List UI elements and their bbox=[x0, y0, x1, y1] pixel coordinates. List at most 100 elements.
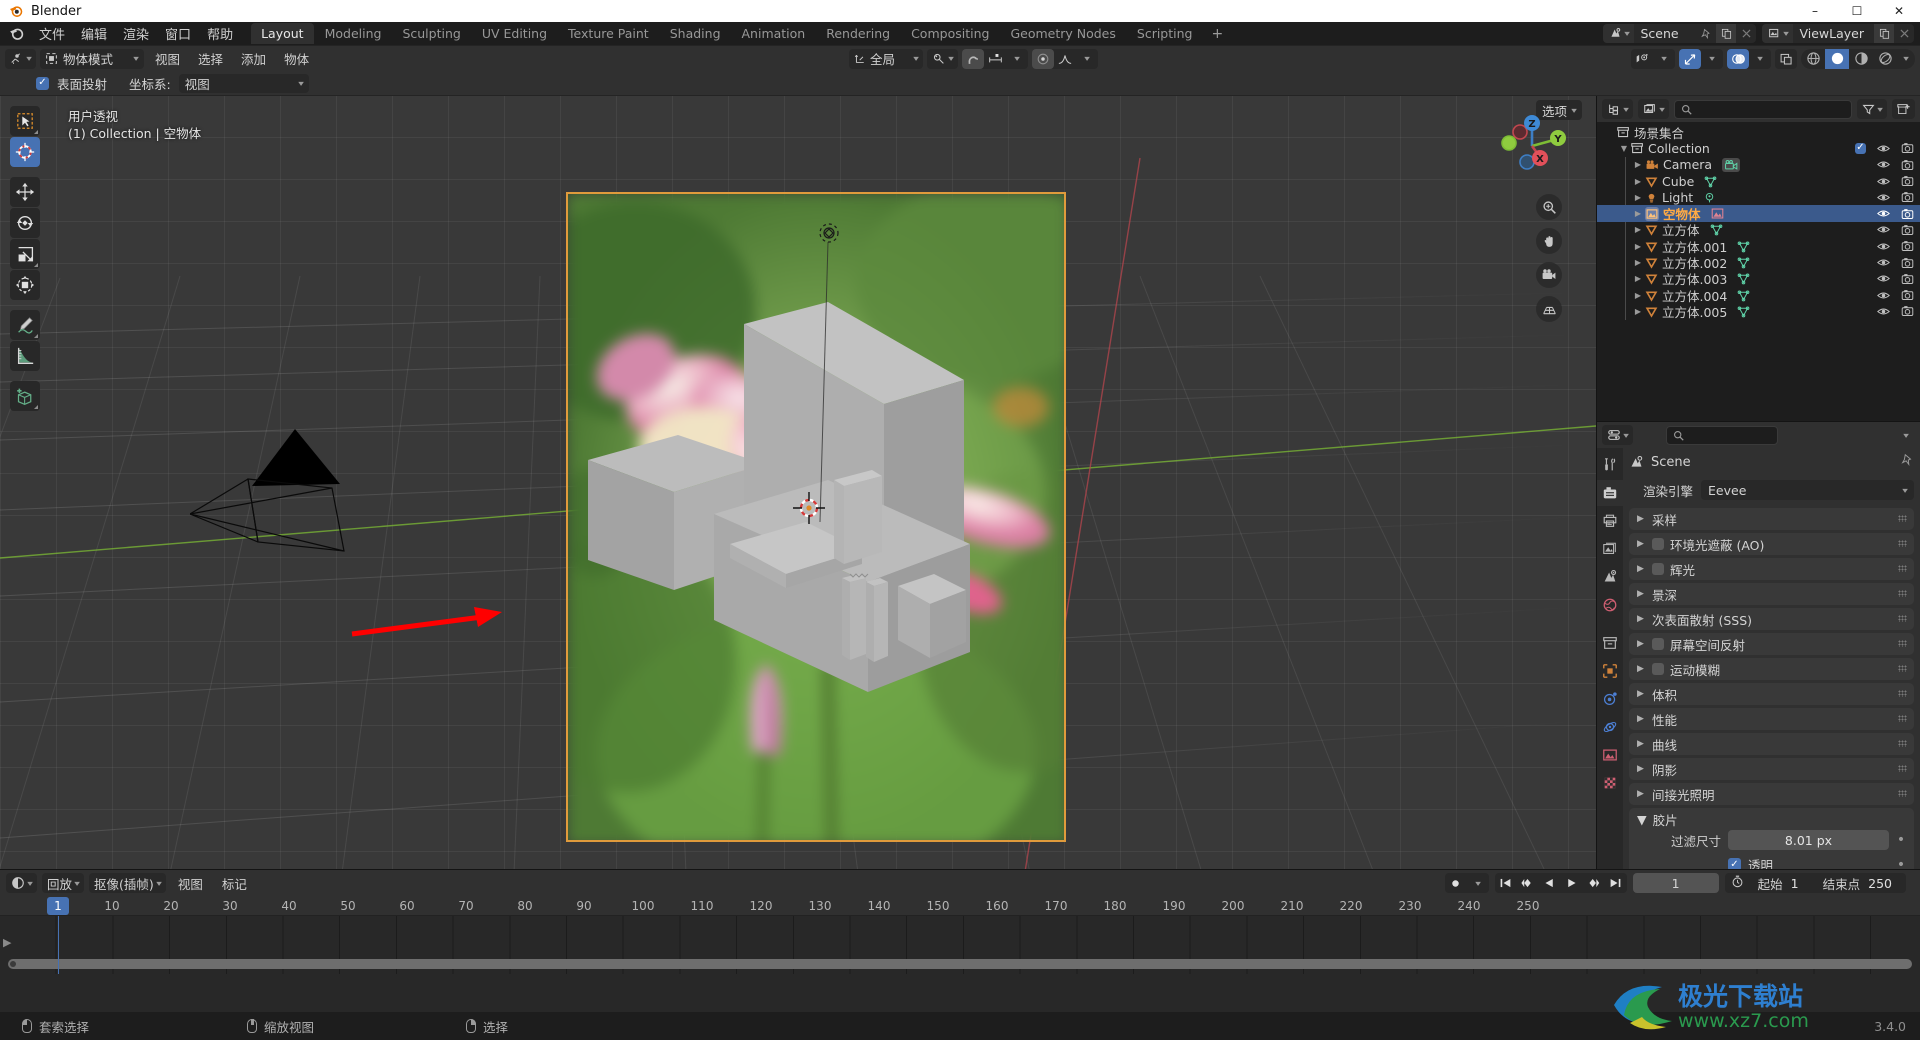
empty-image-data-icon[interactable] bbox=[1711, 207, 1724, 220]
outliner-row-collection[interactable]: ▼ Collection ✓ bbox=[1597, 140, 1920, 156]
panel-drag-dots[interactable] bbox=[1898, 715, 1907, 722]
tab-world[interactable] bbox=[1597, 592, 1623, 618]
timeline-track-area[interactable]: ▶ bbox=[0, 916, 1920, 974]
gizmo-chevron-icon[interactable]: ▾ bbox=[1701, 49, 1723, 69]
outliner-row-mesh-4[interactable]: ▶ 立方体.004 bbox=[1597, 286, 1920, 304]
tab-render[interactable] bbox=[1597, 480, 1623, 506]
visibility-chevron-icon[interactable]: ▾ bbox=[1653, 49, 1675, 69]
show-gizmo-icon[interactable] bbox=[1679, 48, 1701, 69]
panel-sampling[interactable]: ▶ 采样 bbox=[1629, 508, 1914, 530]
prev-keyframe-button[interactable] bbox=[1517, 873, 1539, 893]
filter-size-animate-dot[interactable]: • bbox=[1896, 833, 1906, 847]
tab-modeling[interactable]: Modeling bbox=[315, 23, 392, 44]
new-viewlayer-icon[interactable] bbox=[1874, 24, 1894, 43]
tab-physics[interactable] bbox=[1597, 714, 1623, 740]
navigation-gizmo[interactable]: Z Y X bbox=[1496, 110, 1568, 182]
snap-increment-icon[interactable] bbox=[984, 49, 1006, 69]
tab-output[interactable] bbox=[1597, 508, 1623, 534]
outliner-row-mesh-5[interactable]: ▶ 立方体.005 bbox=[1597, 303, 1920, 320]
snap-chevron-icon[interactable]: ▾ bbox=[1006, 49, 1028, 69]
next-keyframe-button[interactable] bbox=[1583, 873, 1605, 893]
disable-render-icon[interactable] bbox=[1901, 224, 1914, 236]
disable-render-icon[interactable] bbox=[1901, 305, 1914, 317]
light-data-icon[interactable] bbox=[1703, 191, 1716, 204]
tab-geometry-nodes[interactable]: Geometry Nodes bbox=[1000, 23, 1125, 44]
panel-drag-dots[interactable] bbox=[1898, 665, 1907, 672]
transparent-animate-dot[interactable]: • bbox=[1896, 858, 1906, 872]
frame-end-value[interactable]: 250 bbox=[1868, 876, 1906, 891]
tab-object-data[interactable] bbox=[1597, 742, 1623, 768]
mesh-data-icon[interactable] bbox=[1737, 272, 1750, 285]
outliner-row-light[interactable]: ▶ Light bbox=[1597, 189, 1920, 206]
hide-viewport-icon[interactable] bbox=[1877, 290, 1890, 301]
outliner-new-collection-button[interactable] bbox=[1892, 99, 1915, 119]
timeline-horizontal-scrollbar[interactable] bbox=[8, 959, 1912, 969]
menu-file[interactable]: 文件 bbox=[31, 22, 73, 45]
panel-drag-dots[interactable] bbox=[1898, 790, 1907, 797]
play-reverse-button[interactable] bbox=[1539, 873, 1561, 893]
tab-uv-editing[interactable]: UV Editing bbox=[472, 23, 557, 44]
disable-render-icon[interactable] bbox=[1901, 273, 1914, 285]
properties-editor-type-button[interactable]: ▾ bbox=[1602, 425, 1634, 445]
panel-drag-dots[interactable] bbox=[1898, 740, 1907, 747]
falloff-curve-icon[interactable] bbox=[1054, 49, 1076, 69]
disable-render-icon[interactable] bbox=[1901, 191, 1914, 203]
panel-sss[interactable]: ▶ 次表面散射 (SSS) bbox=[1629, 608, 1914, 630]
mesh-data-icon[interactable] bbox=[1737, 305, 1750, 318]
tweak-tool-button[interactable] bbox=[10, 106, 40, 136]
outliner-row-mesh-1[interactable]: ▶ 立方体.001 bbox=[1597, 238, 1920, 255]
disable-render-icon[interactable] bbox=[1901, 159, 1914, 171]
tab-rendering[interactable]: Rendering bbox=[816, 23, 900, 44]
add-workspace-button[interactable]: + bbox=[1203, 24, 1231, 44]
jump-to-start-button[interactable] bbox=[1495, 873, 1517, 893]
rotate-tool-button[interactable] bbox=[10, 208, 40, 238]
timeline-editor-type-button[interactable]: ▾ bbox=[6, 873, 38, 893]
scale-tool-button[interactable] bbox=[10, 239, 40, 269]
show-overlays-icon[interactable] bbox=[1727, 48, 1749, 69]
tab-shading[interactable]: Shading bbox=[660, 23, 731, 44]
mesh-data-icon[interactable] bbox=[1737, 240, 1750, 253]
remove-viewlayer-icon[interactable] bbox=[1894, 24, 1914, 43]
panel-drag-dots[interactable] bbox=[1898, 540, 1907, 547]
hide-viewport-icon[interactable] bbox=[1877, 241, 1890, 252]
viewport-menu-select[interactable]: 选择 bbox=[191, 49, 230, 69]
tab-texture[interactable] bbox=[1597, 770, 1623, 796]
jump-to-end-button[interactable] bbox=[1605, 873, 1627, 893]
disable-render-icon[interactable] bbox=[1901, 257, 1914, 269]
snap-target-selector[interactable]: ▾ bbox=[927, 48, 959, 69]
scene-selector[interactable]: ▾ Scene bbox=[1603, 24, 1757, 43]
viewlayer-selector[interactable]: ▾ ViewLayer bbox=[1762, 24, 1914, 43]
shading-chevron-icon[interactable]: ▾ bbox=[1897, 49, 1915, 69]
timeline-sidebar-toggle[interactable]: ▶ bbox=[3, 936, 11, 949]
shading-solid-icon[interactable] bbox=[1825, 48, 1849, 69]
panel-bloom[interactable]: ▶ 辉光 bbox=[1629, 558, 1914, 580]
panel-ambient-occlusion[interactable]: ▶ 环境光遮蔽 (AO) bbox=[1629, 533, 1914, 555]
toggle-ortho-button[interactable] bbox=[1536, 296, 1562, 322]
panel-drag-dots[interactable] bbox=[1898, 590, 1907, 597]
outliner-row-scene-collection[interactable]: 场景集合 bbox=[1597, 124, 1920, 141]
tab-compositing[interactable]: Compositing bbox=[901, 23, 999, 44]
interaction-mode-selector[interactable]: 物体模式 ▾ bbox=[40, 48, 145, 69]
shading-material-icon[interactable] bbox=[1849, 49, 1873, 69]
measure-tool-button[interactable] bbox=[10, 341, 40, 371]
tab-sculpting[interactable]: Sculpting bbox=[392, 23, 470, 44]
transform-orientation-selector[interactable]: 全局 ▾ bbox=[849, 48, 924, 69]
tab-scripting[interactable]: Scripting bbox=[1127, 23, 1203, 44]
snap-magnet-icon[interactable] bbox=[962, 48, 985, 69]
mesh-data-icon[interactable] bbox=[1737, 289, 1750, 302]
unlink-scene-icon[interactable] bbox=[1736, 24, 1756, 43]
camera-data-icon[interactable] bbox=[1722, 157, 1741, 172]
panel-enable-checkbox[interactable] bbox=[1652, 538, 1664, 550]
outliner-search-input[interactable] bbox=[1674, 99, 1852, 119]
panel-drag-dots[interactable] bbox=[1898, 615, 1907, 622]
object-type-visibility-icon[interactable] bbox=[1631, 49, 1653, 69]
panel-drag-dots[interactable] bbox=[1898, 640, 1907, 647]
tab-modifiers[interactable] bbox=[1597, 686, 1623, 712]
frame-start-value[interactable]: 1 bbox=[1791, 876, 1813, 891]
blender-menu-icon[interactable] bbox=[8, 25, 25, 42]
mesh-data-icon[interactable] bbox=[1704, 175, 1717, 188]
tab-texture-paint[interactable]: Texture Paint bbox=[558, 23, 659, 44]
tab-animation[interactable]: Animation bbox=[732, 23, 816, 44]
move-tool-button[interactable] bbox=[10, 177, 40, 207]
zoom-view-button[interactable] bbox=[1536, 194, 1562, 220]
